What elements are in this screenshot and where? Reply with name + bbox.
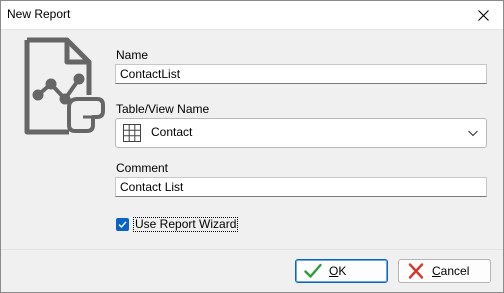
ok-button-label: OK: [329, 264, 347, 278]
cross-icon: [408, 263, 424, 279]
chevron-down-icon: [468, 130, 478, 137]
cancel-button-label: Cancel: [432, 264, 470, 278]
name-field[interactable]: ContactList: [115, 64, 487, 84]
button-bar: OK Cancel: [1, 249, 503, 292]
table-view-value: Contact: [151, 125, 193, 139]
report-chart-icon: [24, 37, 105, 135]
ok-button[interactable]: OK: [295, 259, 388, 283]
comment-field[interactable]: Contact List: [115, 177, 487, 197]
new-report-dialog: New Report Name ContactList Table/View N…: [0, 0, 504, 293]
window-title: New Report: [7, 7, 71, 21]
cancel-button[interactable]: Cancel: [398, 259, 491, 283]
checkmark-icon: [304, 263, 322, 278]
close-icon: [477, 9, 489, 21]
title-bar: New Report: [1, 1, 503, 30]
table-view-label: Table/View Name: [116, 102, 210, 116]
close-button[interactable]: [463, 1, 503, 29]
use-report-wizard-checkbox[interactable]: [116, 218, 129, 231]
table-grid-icon: [123, 124, 141, 142]
checkmark-icon: [118, 221, 127, 229]
name-label: Name: [116, 48, 149, 62]
use-report-wizard-label[interactable]: Use Report Wizard: [133, 217, 239, 232]
table-view-select[interactable]: Contact: [115, 118, 487, 148]
comment-label: Comment: [116, 161, 169, 175]
